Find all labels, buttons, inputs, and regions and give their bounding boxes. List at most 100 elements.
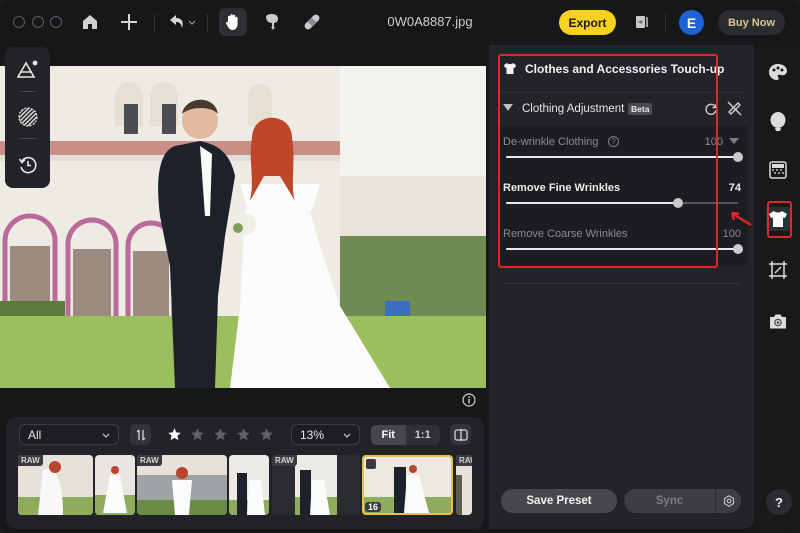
star-icon: [214, 428, 227, 441]
info-icon: [462, 393, 476, 407]
sort-button[interactable]: [130, 424, 151, 445]
background-module-button[interactable]: [766, 158, 790, 182]
bandage-icon: [304, 14, 320, 30]
tool-divider: [20, 91, 36, 92]
chevron-down-icon: [102, 433, 110, 438]
wedding-photo-image: [0, 66, 486, 388]
thumbnail-image: [229, 455, 269, 515]
info-button[interactable]: [462, 393, 476, 407]
color-module-button[interactable]: [766, 60, 790, 84]
expand-caret-icon[interactable]: [729, 138, 739, 145]
home-icon: [83, 15, 97, 29]
buy-now-button[interactable]: Buy Now: [718, 10, 785, 35]
selection-circle-icon: [18, 107, 38, 127]
slider-handle[interactable]: [733, 152, 743, 162]
face-icon: [770, 112, 786, 131]
app-window: 0W0A8887.jpg Export E Buy Now All 13% Fi…: [0, 0, 800, 533]
undo-icon: [170, 15, 196, 28]
rating-star-2[interactable]: [190, 427, 205, 442]
filter-dropdown[interactable]: All: [19, 424, 119, 445]
star-icon: [260, 428, 273, 441]
camera-icon: [770, 314, 786, 328]
palette-icon: [769, 64, 787, 80]
crop-module-button[interactable]: [766, 258, 790, 282]
tool-divider: [20, 138, 36, 139]
rating-star-1[interactable]: [167, 427, 182, 442]
file-name: 0W0A8887.jpg: [387, 14, 473, 29]
crop-icon: [769, 261, 787, 279]
undo-button[interactable]: [163, 8, 199, 36]
portrait-module-button[interactable]: [766, 109, 790, 133]
star-icon: [191, 428, 204, 441]
close-window-button[interactable]: [13, 16, 25, 28]
compare-view-button[interactable]: [450, 424, 471, 445]
hand-icon: [226, 14, 238, 30]
selection-tool-button[interactable]: [16, 105, 40, 129]
filter-value: All: [28, 427, 42, 442]
title-bar: 0W0A8887.jpg Export E Buy Now: [0, 0, 800, 45]
main-photo[interactable]: [0, 66, 486, 388]
annotation-highlight-panel: [498, 54, 718, 268]
export-button[interactable]: Export: [559, 10, 616, 35]
fit-button[interactable]: Fit: [371, 425, 406, 445]
zoom-value: 13%: [300, 427, 325, 442]
toggle-visibility-icon[interactable]: [727, 101, 742, 116]
save-preset-button[interactable]: Save Preset: [501, 489, 617, 513]
panel-divider: [503, 283, 740, 284]
plus-icon: [121, 14, 137, 30]
thumbnail-image: [95, 455, 135, 515]
rating-star-3[interactable]: [213, 427, 228, 442]
thumbnail[interactable]: [95, 455, 135, 515]
raw-badge: RAW: [18, 455, 43, 466]
rating-star-5[interactable]: [259, 427, 274, 442]
left-tool-palette: [5, 47, 50, 188]
edited-pencil-icon: [366, 459, 376, 469]
toolbar-divider: [207, 14, 208, 32]
mask-tool-button[interactable]: [16, 58, 40, 82]
sync-button[interactable]: Sync: [624, 489, 715, 513]
star-icon: [237, 428, 250, 441]
history-button[interactable]: [16, 153, 40, 177]
thumbnail[interactable]: RAW: [18, 455, 93, 515]
zoom-dropdown[interactable]: 13%: [291, 424, 360, 445]
thumbnail[interactable]: [229, 455, 269, 515]
history-icon: [18, 156, 37, 174]
view-mode-toggle: Fit 1:1: [371, 425, 440, 445]
toolbar-divider: [154, 14, 155, 32]
sort-icon: [136, 429, 145, 440]
raw-badge: RAW: [456, 455, 472, 466]
raw-badge: RAW: [272, 455, 297, 466]
rating-star-4[interactable]: [236, 427, 251, 442]
smudge-tool-button[interactable]: [258, 8, 286, 36]
raw-badge: RAW: [137, 455, 162, 466]
thumbnail[interactable]: RAW: [272, 455, 360, 515]
home-button[interactable]: [76, 8, 104, 36]
thumbnail[interactable]: RAW: [456, 455, 472, 515]
panel-export-icon: [636, 16, 648, 28]
stack-count: 16: [365, 502, 382, 512]
slider-handle[interactable]: [733, 244, 743, 254]
zoom-window-button[interactable]: [50, 16, 62, 28]
switch-panel-button[interactable]: [628, 8, 656, 36]
sync-settings-button[interactable]: [715, 489, 741, 513]
heal-tool-button[interactable]: [298, 8, 326, 36]
annotation-arrow-icon: [730, 211, 752, 227]
texture-icon: [769, 161, 787, 179]
minimize-window-button[interactable]: [32, 16, 44, 28]
hand-tool-button[interactable]: [219, 8, 247, 36]
chevron-down-icon: [343, 433, 351, 438]
one-to-one-button[interactable]: 1:1: [406, 425, 441, 445]
camera-module-button[interactable]: [766, 309, 790, 333]
annotation-highlight-rail: [767, 201, 792, 238]
toolbar-divider: [665, 14, 666, 32]
help-button[interactable]: ?: [766, 489, 792, 515]
smudge-icon: [266, 14, 278, 30]
star-icon: [168, 428, 181, 441]
split-view-icon: [453, 428, 468, 441]
thumbnail[interactable]: RAW: [137, 455, 227, 515]
gear-icon: [723, 495, 734, 507]
thumbnail-selected[interactable]: 16: [362, 455, 453, 515]
user-avatar[interactable]: E: [679, 10, 704, 35]
new-button[interactable]: [115, 8, 143, 36]
mask-triangle-icon: [17, 60, 38, 78]
